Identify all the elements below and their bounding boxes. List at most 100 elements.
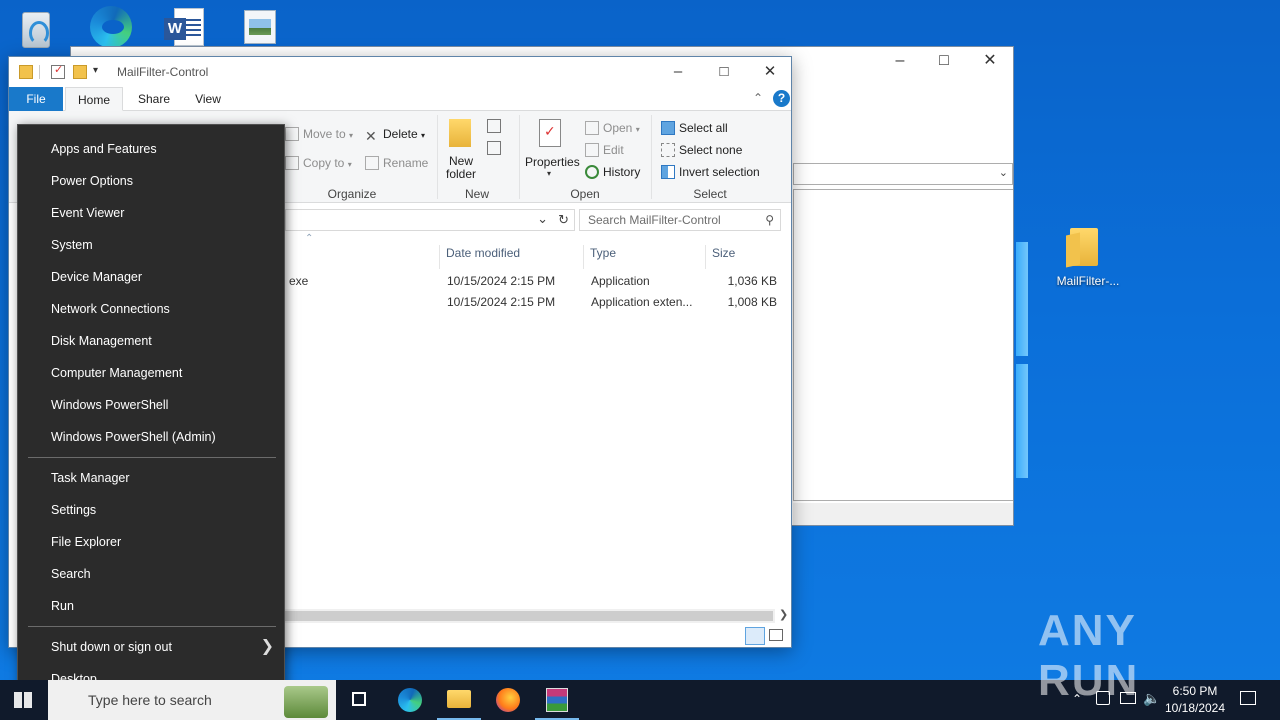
menu-item-settings[interactable]: Settings <box>18 494 284 526</box>
menu-item-windows-powershell-admin[interactable]: Windows PowerShell (Admin) <box>18 421 284 453</box>
close-icon[interactable]: ✕ <box>967 47 1013 77</box>
group-label-open: Open <box>570 187 600 201</box>
ribbon-separator <box>651 115 652 199</box>
window-title: MailFilter-Control <box>117 65 209 79</box>
menu-item-power-options[interactable]: Power Options <box>18 165 284 197</box>
tab-share[interactable]: Share <box>129 87 179 111</box>
open-button[interactable]: Open ▾ <box>585 121 640 135</box>
invert-selection-button[interactable]: Invert selection <box>661 165 760 179</box>
scroll-right-icon[interactable]: ❯ <box>779 608 788 621</box>
tab-home[interactable]: Home <box>65 87 123 111</box>
folder-icon <box>19 65 33 79</box>
menu-item-event-viewer[interactable]: Event Viewer <box>18 197 284 229</box>
address-bar[interactable]: ⌄ ↻ <box>285 209 575 231</box>
anyrun-watermark: ANY RUN <box>1038 606 1140 705</box>
edit-icon <box>585 143 599 157</box>
word-desktop-icon[interactable]: W <box>164 8 206 50</box>
move-to-button[interactable]: Move to ▾ <box>285 127 353 141</box>
explorer-titlebar[interactable]: ✓ ▾ MailFilter-Control – □ ✕ <box>9 57 791 87</box>
delete-button[interactable]: ✕ Delete ▾ <box>365 127 425 143</box>
clock-time: 6:50 PM <box>1172 684 1218 698</box>
menu-item-task-manager[interactable]: Task Manager <box>18 462 284 494</box>
maximize-icon[interactable]: □ <box>921 47 967 77</box>
maximize-icon[interactable]: □ <box>701 57 747 87</box>
horizontal-scrollbar[interactable] <box>285 609 775 623</box>
address-dropdown-icon[interactable]: ⌄ <box>537 211 548 227</box>
menu-item-label: Shut down or sign out <box>51 640 172 654</box>
select-none-icon <box>661 143 675 157</box>
minimize-icon[interactable]: – <box>877 47 923 77</box>
open-icon <box>585 121 599 135</box>
search-input[interactable]: Search MailFilter-Control ⚲ <box>579 209 781 231</box>
select-none-button[interactable]: Select none <box>661 143 742 157</box>
help-icon[interactable]: ? <box>773 90 790 107</box>
column-size[interactable]: Size <box>705 245 785 269</box>
group-label-select: Select <box>693 187 727 201</box>
menu-item-shut-down-or-sign-out[interactable]: Shut down or sign out ❯ <box>18 631 284 663</box>
edit-button[interactable]: Edit <box>585 143 624 157</box>
history-icon <box>585 165 599 179</box>
menu-item-apps-and-features[interactable]: Apps and Features <box>18 133 284 165</box>
customize-quick-access-icon[interactable]: ▾ <box>93 65 107 79</box>
taskbar-clock[interactable]: 6:50 PM 10/18/2024 <box>1160 683 1230 717</box>
properties-icon[interactable]: ✓ <box>539 119 561 147</box>
minimize-icon[interactable]: – <box>655 57 701 87</box>
history-button[interactable]: History <box>585 165 640 179</box>
file-type: Application <box>591 274 650 288</box>
edge-taskbar-icon[interactable] <box>386 680 434 720</box>
winrar-taskbar-icon[interactable] <box>533 680 581 720</box>
taskbar-search-input[interactable]: Type here to search <box>48 680 336 720</box>
details-view-icon[interactable] <box>745 627 765 645</box>
menu-item-disk-management[interactable]: Disk Management <box>18 325 284 357</box>
wallpaper-beam <box>1016 242 1028 356</box>
chevron-down-icon[interactable]: ⌄ <box>999 166 1008 179</box>
new-folder-button[interactable]: New folder <box>445 155 477 181</box>
rename-button[interactable]: Rename <box>365 156 428 170</box>
refresh-icon[interactable]: ↻ <box>558 212 569 228</box>
menu-item-file-explorer[interactable]: File Explorer <box>18 526 284 558</box>
menu-item-run[interactable]: Run <box>18 590 284 622</box>
file-explorer-taskbar-icon[interactable] <box>435 680 483 720</box>
tab-file[interactable]: File <box>9 87 63 111</box>
background-content-pane <box>793 189 1013 501</box>
sort-ascending-icon: ⌃ <box>305 233 314 244</box>
properties-quick-icon[interactable]: ✓ <box>51 64 65 79</box>
tab-view[interactable]: View <box>185 87 231 111</box>
collapse-ribbon-icon[interactable]: ⌃ <box>753 91 763 105</box>
new-item-icon[interactable] <box>487 119 501 133</box>
menu-separator <box>28 626 276 627</box>
group-label-new: New <box>464 187 489 201</box>
copy-to-button[interactable]: Copy to ▾ <box>285 156 352 170</box>
large-icons-view-icon[interactable] <box>769 629 783 641</box>
recycle-bin-icon[interactable] <box>16 8 56 52</box>
edge-desktop-icon[interactable] <box>86 4 136 50</box>
background-address-bar[interactable]: ⌄ <box>793 163 1013 185</box>
select-all-button[interactable]: Select all <box>661 121 728 135</box>
notifications-icon[interactable] <box>1240 691 1256 705</box>
scrollbar-thumb[interactable] <box>285 611 773 621</box>
volume-icon[interactable]: 🔈 <box>1143 690 1160 720</box>
new-folder-quick-icon[interactable] <box>73 65 87 79</box>
new-folder-icon[interactable] <box>449 119 471 147</box>
menu-item-computer-management[interactable]: Computer Management <box>18 357 284 389</box>
firefox-taskbar-icon[interactable] <box>484 680 532 720</box>
menu-item-windows-powershell[interactable]: Windows PowerShell <box>18 389 284 421</box>
file-size: 1,036 KB <box>727 274 777 288</box>
column-date-modified[interactable]: Date modified <box>439 245 583 269</box>
menu-item-network-connections[interactable]: Network Connections <box>18 293 284 325</box>
properties-dropdown-icon[interactable]: ▾ <box>547 169 551 178</box>
column-type[interactable]: Type <box>583 245 705 269</box>
menu-item-search[interactable]: Search <box>18 558 284 590</box>
menu-item-system[interactable]: System <box>18 229 284 261</box>
clock-date: 10/18/2024 <box>1164 701 1226 715</box>
image-file-desktop-icon[interactable] <box>244 10 280 46</box>
file-name[interactable]: exe <box>289 274 308 288</box>
task-view-icon[interactable] <box>336 680 384 720</box>
folder-desktop-label[interactable]: MailFilter-... <box>1048 274 1128 288</box>
properties-button[interactable]: Properties <box>525 155 580 169</box>
ribbon-separator <box>519 115 520 199</box>
start-windows-icon[interactable] <box>14 692 32 708</box>
close-icon[interactable]: ✕ <box>747 57 793 87</box>
menu-item-device-manager[interactable]: Device Manager <box>18 261 284 293</box>
easy-access-icon[interactable] <box>487 141 501 155</box>
